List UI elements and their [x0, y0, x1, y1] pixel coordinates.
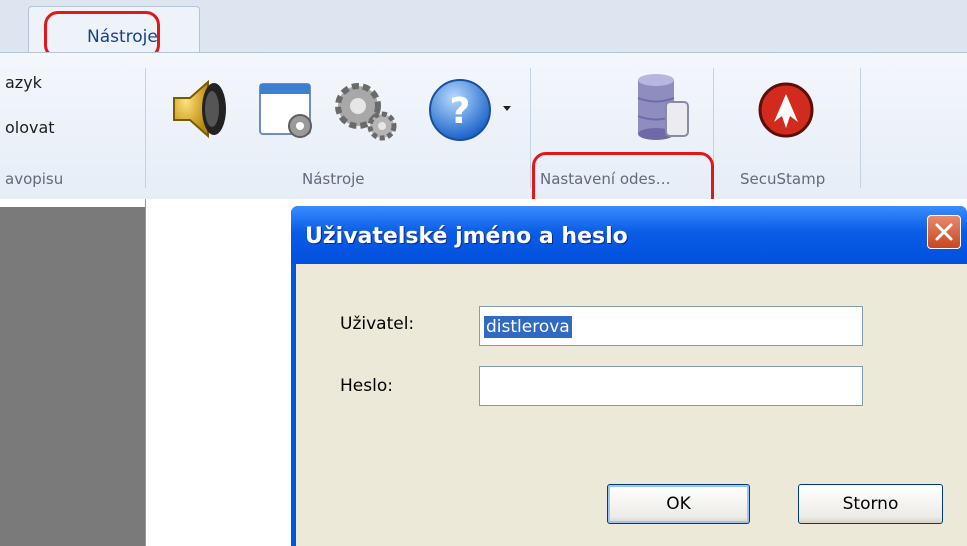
password-input[interactable] [486, 376, 846, 396]
database-scroll-icon[interactable] [628, 72, 696, 144]
user-label: Uživatel: [340, 314, 415, 334]
close-button[interactable] [927, 215, 961, 249]
group-separator [860, 68, 861, 188]
dialog-title: Uživatelské jméno a heslo [305, 224, 628, 249]
close-icon [935, 223, 953, 241]
help-icon[interactable]: ? [426, 76, 494, 144]
user-field[interactable]: distlerova [479, 306, 863, 346]
cancel-button[interactable]: Storno [798, 484, 943, 524]
user-field-value: distlerova [484, 316, 572, 338]
group-separator [145, 68, 146, 188]
gears-icon[interactable] [330, 76, 400, 144]
dialog-title-bar[interactable]: Uživatelské jméno a heslo [291, 206, 967, 264]
window-settings-icon[interactable] [256, 80, 318, 142]
ribbon-item-copy[interactable]: olovat [5, 118, 55, 137]
dialog-body: Uživatel: distlerova Heslo: OK Storno [296, 264, 967, 546]
ok-button[interactable]: OK [607, 484, 750, 524]
chevron-down-icon[interactable] [502, 98, 512, 111]
svg-text:?: ? [450, 91, 471, 132]
side-panel [0, 207, 145, 546]
ribbon-item-language[interactable]: azyk [5, 73, 42, 92]
password-label: Heslo: [340, 376, 393, 396]
group-separator [530, 68, 531, 188]
group-label-nastroje: Nástroje [302, 170, 365, 188]
group-label-pravopisu: avopisu [5, 170, 64, 188]
login-dialog: Uživatelské jméno a heslo Uživatel: dist… [291, 206, 967, 546]
speaker-icon[interactable] [168, 76, 234, 142]
group-label-secustamp: SecuStamp [740, 170, 826, 188]
secustamp-icon[interactable] [756, 80, 816, 140]
workspace-divider [145, 199, 146, 546]
password-field[interactable] [479, 366, 863, 406]
